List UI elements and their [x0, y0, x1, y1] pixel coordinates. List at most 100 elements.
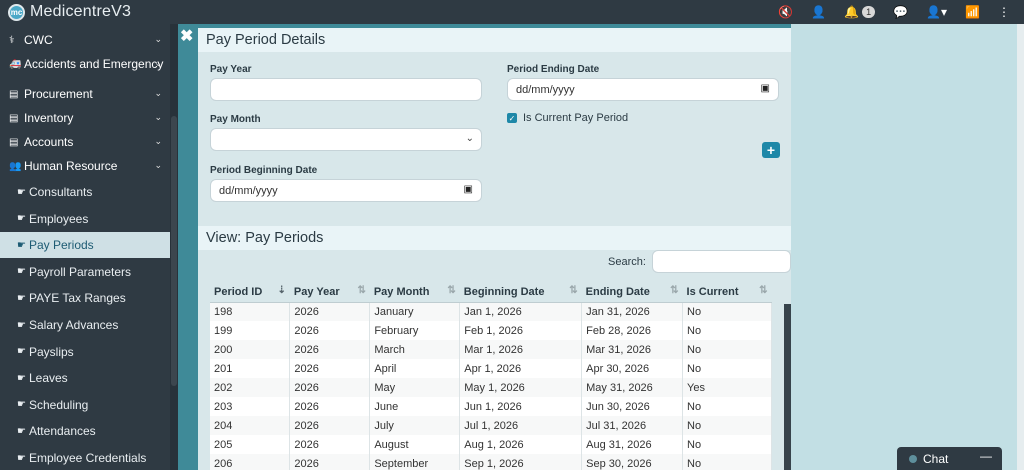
page-scrollbar[interactable] — [1017, 24, 1024, 470]
page-background — [791, 24, 1024, 470]
sidebar-scrollbar-thumb[interactable] — [171, 116, 177, 386]
sort-icon[interactable]: ⇅ — [357, 285, 365, 296]
sidebar-item-employee-credentials[interactable]: ☛ Employee Credentials — [0, 445, 170, 470]
sidebar-item-label: Salary Advances — [28, 318, 119, 332]
sidebar-section-label: Accounts — [24, 135, 74, 149]
is-current-row[interactable]: ✓ Is Current Pay Period — [507, 112, 628, 124]
table-cell: Sep 30, 2026 — [581, 454, 684, 470]
table-cell: Aug 31, 2026 — [581, 435, 684, 454]
minimize-icon[interactable]: — — [980, 449, 992, 463]
sort-icon[interactable]: ⇅ — [759, 285, 767, 296]
table-header-row: Period ID ⇣ Pay Year ⇅ Pay Month ⇅ Beginning D… — [210, 282, 772, 303]
hand-pointer-icon: ☛ — [17, 399, 26, 411]
table-row[interactable]: 202 2026 May May 1, 2026 May 31, 2026 Yes — [210, 378, 772, 397]
support-icon[interactable]: 👤 — [811, 5, 826, 19]
chevron-down-icon: ⌄ — [154, 112, 162, 122]
sidebar-item-salary-advances[interactable]: ☛ Salary Advances — [0, 312, 170, 338]
table-row[interactable]: 200 2026 March Mar 1, 2026 Mar 31, 2026 No — [210, 340, 772, 359]
pay-year-input[interactable] — [210, 78, 482, 101]
table-cell: May — [369, 378, 461, 397]
column-header[interactable]: Period ID ⇣ — [210, 282, 290, 303]
sidebar-item-label: Consultants — [28, 185, 93, 199]
sidebar-section-human-resource[interactable]: 👥 Human Resource ⌄ — [0, 154, 170, 178]
user-menu-icon[interactable]: 👤▾ — [926, 5, 947, 19]
sidebar-item-employees[interactable]: ☛ Employees — [0, 206, 170, 232]
sidebar-section-cwc[interactable]: ⚕ CWC ⌄ — [0, 28, 170, 52]
stethoscope-icon: ⚕ — [9, 34, 15, 46]
sort-icon[interactable]: ⇅ — [447, 285, 455, 296]
add-button[interactable]: + — [762, 142, 780, 158]
chat-bubbles-icon[interactable]: 💬 — [893, 5, 908, 19]
search-input[interactable] — [652, 250, 791, 273]
table-row[interactable]: 206 2026 September Sep 1, 2026 Sep 30, 2026 N… — [210, 454, 772, 470]
bell-icon[interactable]: 🔔 1 — [844, 5, 876, 19]
kebab-menu-icon[interactable]: ⋮ — [998, 5, 1010, 19]
table-cell: Yes — [682, 378, 772, 397]
table-cell: 2026 — [289, 321, 371, 340]
table-cell: Jan 1, 2026 — [459, 302, 583, 321]
app-logo-icon: mc — [8, 3, 25, 21]
sidebar-item-pay-periods[interactable]: ☛ Pay Periods — [0, 232, 170, 259]
table-row[interactable]: 204 2026 July Jul 1, 2026 Jul 31, 2026 No — [210, 416, 772, 435]
sidebar-section-label: Accidents and Emergency — [24, 57, 164, 71]
table-cell: Jun 30, 2026 — [581, 397, 684, 416]
sidebar-scrollbar[interactable] — [170, 24, 178, 470]
table-cell: July — [369, 416, 461, 435]
top-navbar: mc MedicentreV3 🔇 👤 🔔 1 💬 👤▾ 📶 ⋮ — [0, 0, 1024, 24]
column-header[interactable]: Ending Date ⇅ — [581, 282, 683, 303]
sidebar-section-label: Procurement — [24, 87, 93, 101]
pay-month-select[interactable]: ⌄ — [210, 128, 482, 151]
calendar-icon[interactable]: ▣ — [464, 184, 473, 195]
column-header[interactable]: Beginning Date ⇅ — [459, 282, 582, 303]
is-current-checkbox[interactable]: ✓ — [507, 113, 517, 123]
table-row[interactable]: 198 2026 January Jan 1, 2026 Jan 31, 2026 No — [210, 302, 772, 321]
column-header[interactable]: Is Current ⇅ — [682, 282, 772, 303]
sort-icon[interactable]: ⇅ — [569, 285, 577, 296]
table-row[interactable]: 203 2026 June Jun 1, 2026 Jun 30, 2026 No — [210, 397, 772, 416]
table-row[interactable]: 205 2026 August Aug 1, 2026 Aug 31, 2026 No — [210, 435, 772, 454]
sidebar-item-scheduling[interactable]: ☛ Scheduling — [0, 392, 170, 418]
table-row[interactable]: 201 2026 April Apr 1, 2026 Apr 30, 2026 No — [210, 359, 772, 378]
table-scrollbar[interactable] — [784, 304, 791, 470]
column-header-label: Ending Date — [585, 285, 650, 298]
table-cell: 205 — [210, 435, 291, 454]
sidebar-section-procurement[interactable]: ▤ Procurement ⌄ — [0, 82, 170, 106]
column-header[interactable]: Pay Year ⇅ — [289, 282, 370, 303]
chat-status-icon — [909, 454, 917, 463]
sort-icon[interactable]: ⇣ — [278, 285, 286, 296]
table-cell: 200 — [210, 340, 291, 359]
table-cell: Mar 31, 2026 — [581, 340, 684, 359]
sidebar-section-accounts[interactable]: ▤ Accounts ⌄ — [0, 130, 170, 154]
support-icon-glyph: 👤 — [811, 5, 827, 19]
chat-widget[interactable]: Chat — — [897, 447, 1002, 470]
column-header[interactable]: Pay Month ⇅ — [369, 282, 460, 303]
hand-pointer-icon: ☛ — [17, 425, 26, 437]
sidebar-section-inventory[interactable]: ▤ Inventory ⌄ — [0, 106, 170, 130]
hand-pointer-icon: ☛ — [17, 292, 26, 304]
modal-title: Pay Period Details — [198, 28, 791, 52]
sidebar-item-payroll-parameters[interactable]: ☛ Payroll Parameters — [0, 259, 170, 285]
period-beginning-date-input[interactable]: dd/mm/yyyy ▣ — [210, 179, 482, 202]
sidebar-item-label: Scheduling — [28, 397, 89, 412]
view-title: View: Pay Periods — [198, 226, 791, 250]
sidebar-item-payslips[interactable]: ☛ Payslips — [0, 339, 170, 365]
table-cell: 2026 — [289, 416, 371, 435]
sidebar-section-accidents-and-emergency[interactable]: 🚑 Accidents and Emergency ⌄ — [0, 52, 170, 76]
column-header-label: Pay Month — [373, 285, 430, 298]
sidebar-item-leaves[interactable]: ☛ Leaves — [0, 365, 170, 391]
period-beginning-label: Period Beginning Date — [210, 165, 318, 176]
close-icon[interactable]: ✖ — [180, 26, 193, 46]
calendar-icon[interactable]: ▣ — [761, 83, 770, 94]
sidebar-item-attendances[interactable]: ☛ Attendances — [0, 418, 170, 444]
table-row[interactable]: 199 2026 February Feb 1, 2026 Feb 28, 2026 No — [210, 321, 772, 340]
sidebar-item-consultants[interactable]: ☛ Consultants — [0, 179, 170, 205]
brand[interactable]: mc MedicentreV3 — [8, 2, 131, 22]
sort-icon[interactable]: ⇅ — [670, 285, 678, 296]
sidebar-item-paye-tax-ranges[interactable]: ☛ PAYE Tax Ranges — [0, 285, 170, 311]
period-ending-date-input[interactable]: dd/mm/yyyy ▣ — [507, 78, 779, 101]
sidebar-item-label: Leaves — [28, 371, 68, 386]
wifi-icon[interactable]: 📶 — [965, 5, 980, 19]
mute-icon[interactable]: 🔇 — [778, 5, 793, 19]
hand-pointer-icon: ☛ — [17, 213, 26, 225]
clipboard-icon: ▤ — [9, 88, 19, 100]
